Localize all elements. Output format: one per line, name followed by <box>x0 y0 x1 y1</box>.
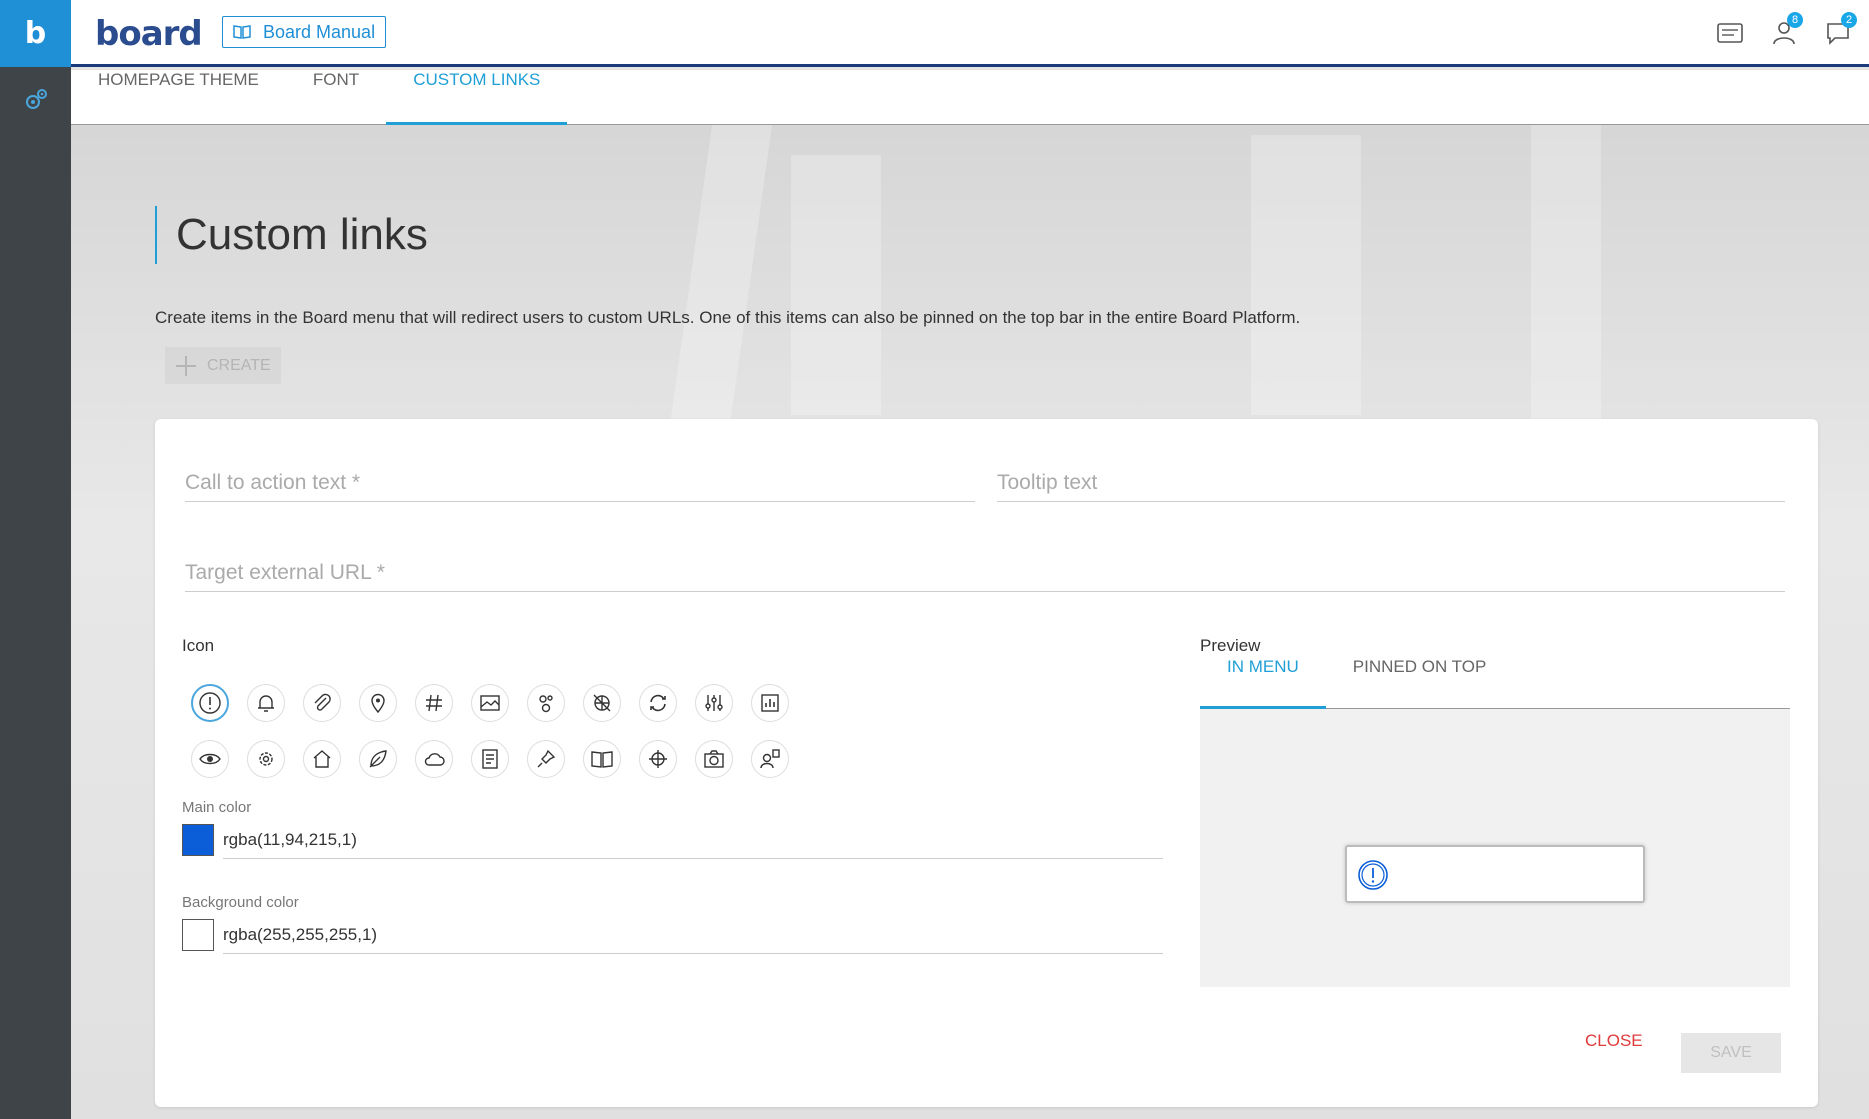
save-button[interactable]: SAVE <box>1681 1033 1781 1073</box>
tab-pinned-on-top[interactable]: PINNED ON TOP <box>1326 657 1514 709</box>
users-icon[interactable]: 8 <box>1767 12 1803 50</box>
globe-crossed-icon[interactable] <box>583 684 621 722</box>
tooltip-text-field <box>997 471 1785 502</box>
background-color-label: Background color <box>182 894 299 911</box>
plus-icon <box>176 355 196 376</box>
image-icon[interactable] <box>471 684 509 722</box>
board-manual-button[interactable]: Board Manual <box>222 16 387 48</box>
main-color-label: Main color <box>182 799 252 816</box>
user-badge-icon[interactable] <box>751 740 789 778</box>
paperclip-icon[interactable] <box>303 684 341 722</box>
tab-custom-links[interactable]: CUSTOM LINKS <box>386 70 568 125</box>
preview-area <box>1200 709 1790 987</box>
users-badge: 8 <box>1787 12 1803 28</box>
preview-label: Preview <box>1200 636 1261 655</box>
bell-icon[interactable] <box>247 684 285 722</box>
page-description: Create items in the Board menu that will… <box>155 308 1301 327</box>
settings-tabs: HOMEPAGE THEME FONT CUSTOM LINKS <box>71 70 1869 125</box>
tab-homepage-theme[interactable]: HOMEPAGE THEME <box>71 70 286 125</box>
page-title: Custom links <box>155 206 428 264</box>
tab-font[interactable]: FONT <box>286 70 386 125</box>
create-button[interactable]: CREATE <box>165 347 281 384</box>
exclamation-icon[interactable] <box>191 684 229 722</box>
pin-icon[interactable] <box>527 740 565 778</box>
custom-link-form-card: Icon Main color rgba(11,94,215,1) Backgr… <box>155 419 1818 1107</box>
board-manual-label: Board Manual <box>263 21 376 42</box>
cloud-icon[interactable] <box>415 740 453 778</box>
tooltip-text-input[interactable] <box>997 471 1785 495</box>
refresh-icon[interactable] <box>639 684 677 722</box>
crosshair-icon[interactable] <box>639 740 677 778</box>
background-color-value: rgba(255,255,255,1) <box>223 925 378 944</box>
gear-icon[interactable] <box>247 740 285 778</box>
top-icons: 8 2 <box>1713 12 1857 50</box>
background-color-field[interactable]: rgba(255,255,255,1) <box>223 925 1163 954</box>
hashtag-icon[interactable] <box>415 684 453 722</box>
left-sidebar: b <box>0 0 71 1119</box>
main-color-value: rgba(11,94,215,1) <box>223 830 357 849</box>
main-color-swatch[interactable] <box>182 824 214 856</box>
eye-icon[interactable] <box>191 740 229 778</box>
cta-text-input[interactable] <box>185 471 975 495</box>
tab-in-menu[interactable]: IN MENU <box>1200 657 1326 709</box>
chat-icon[interactable]: 2 <box>1821 12 1857 50</box>
leaf-icon[interactable] <box>359 740 397 778</box>
camera-icon[interactable] <box>695 740 733 778</box>
icon-label: Icon <box>182 636 215 655</box>
target-url-input[interactable] <box>185 561 1785 585</box>
home-icon[interactable] <box>303 740 341 778</box>
sliders-icon[interactable] <box>695 684 733 722</box>
board-brand-logo[interactable]: board <box>95 14 203 54</box>
create-label: CREATE <box>207 356 271 374</box>
chart-board-icon[interactable] <box>751 684 789 722</box>
main-color-field[interactable]: rgba(11,94,215,1) <box>223 830 1163 859</box>
messages-icon[interactable] <box>1713 16 1747 50</box>
book-icon[interactable] <box>583 740 621 778</box>
book-open-icon <box>233 25 251 39</box>
top-bar: board Board Manual 8 2 <box>71 0 1869 67</box>
target-url-field <box>185 561 1785 592</box>
settings-gears-icon[interactable] <box>22 86 50 114</box>
preview-tabs: IN MENU PINNED ON TOP <box>1200 657 1790 709</box>
board-logo-square[interactable]: b <box>0 0 71 67</box>
close-button[interactable]: CLOSE <box>1585 1031 1643 1051</box>
icon-picker <box>182 675 802 787</box>
background-color-swatch[interactable] <box>182 919 214 951</box>
molecule-icon[interactable] <box>527 684 565 722</box>
logo-letter: b <box>24 16 47 51</box>
exclamation-icon <box>1358 860 1388 890</box>
cta-text-field <box>185 471 975 502</box>
map-pin-icon[interactable] <box>359 684 397 722</box>
chat-badge: 2 <box>1841 12 1857 28</box>
document-icon[interactable] <box>471 740 509 778</box>
preview-menu-item <box>1345 845 1645 903</box>
